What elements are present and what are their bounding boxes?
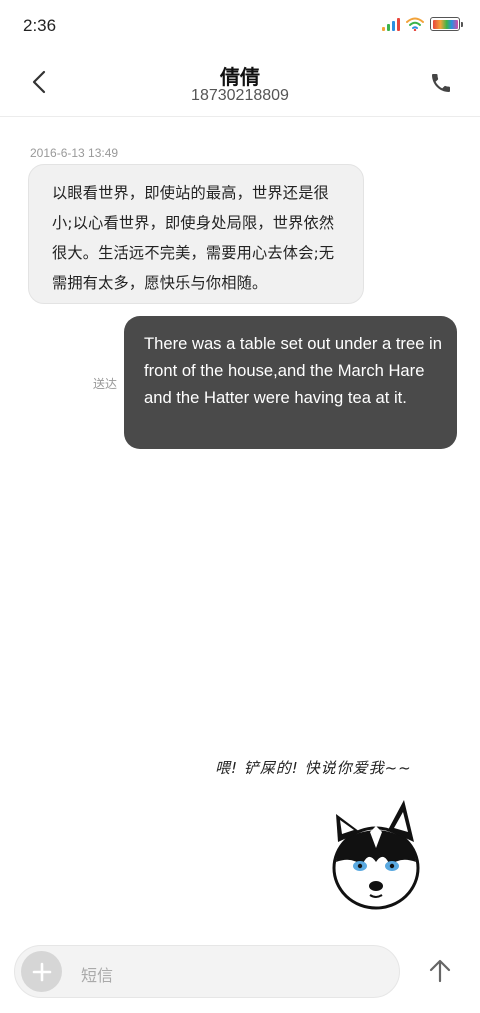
outgoing-message-bubble[interactable]: There was a table set out under a tree i… <box>124 316 457 449</box>
delivery-status: 送达 <box>93 377 118 391</box>
sticker-caption: 喂! 铲屎的! 快说你爱我~~ <box>215 759 412 777</box>
arrow-up-icon <box>429 959 451 983</box>
wifi-icon <box>406 17 424 31</box>
composer-bar: 短信 <box>0 938 480 1013</box>
status-bar: 2:36 <box>0 0 480 52</box>
husky-sticker-icon <box>326 796 426 914</box>
plus-icon <box>32 962 51 981</box>
phone-icon <box>432 74 450 92</box>
conversation-header: 倩倩 18730218809 <box>0 52 480 117</box>
battery-icon <box>430 17 463 31</box>
signal-icon <box>382 17 400 31</box>
message-input-placeholder: 短信 <box>81 966 114 985</box>
contact-name: 倩倩 <box>220 65 260 89</box>
message-timestamp: 2016-6-13 13:49 <box>30 146 119 160</box>
status-icons <box>382 17 463 31</box>
call-button[interactable] <box>426 68 456 98</box>
contact-phone-number: 18730218809 <box>191 87 289 104</box>
incoming-message-bubble[interactable]: 以眼看世界，即使站的最高，世界还是很小;以心看世界，即使身处局限，世界依然很大。… <box>28 164 364 304</box>
message-input[interactable]: 短信 <box>14 945 400 998</box>
add-attachment-button[interactable] <box>21 951 62 992</box>
status-time: 2:36 <box>23 16 57 35</box>
send-button[interactable] <box>424 955 456 987</box>
